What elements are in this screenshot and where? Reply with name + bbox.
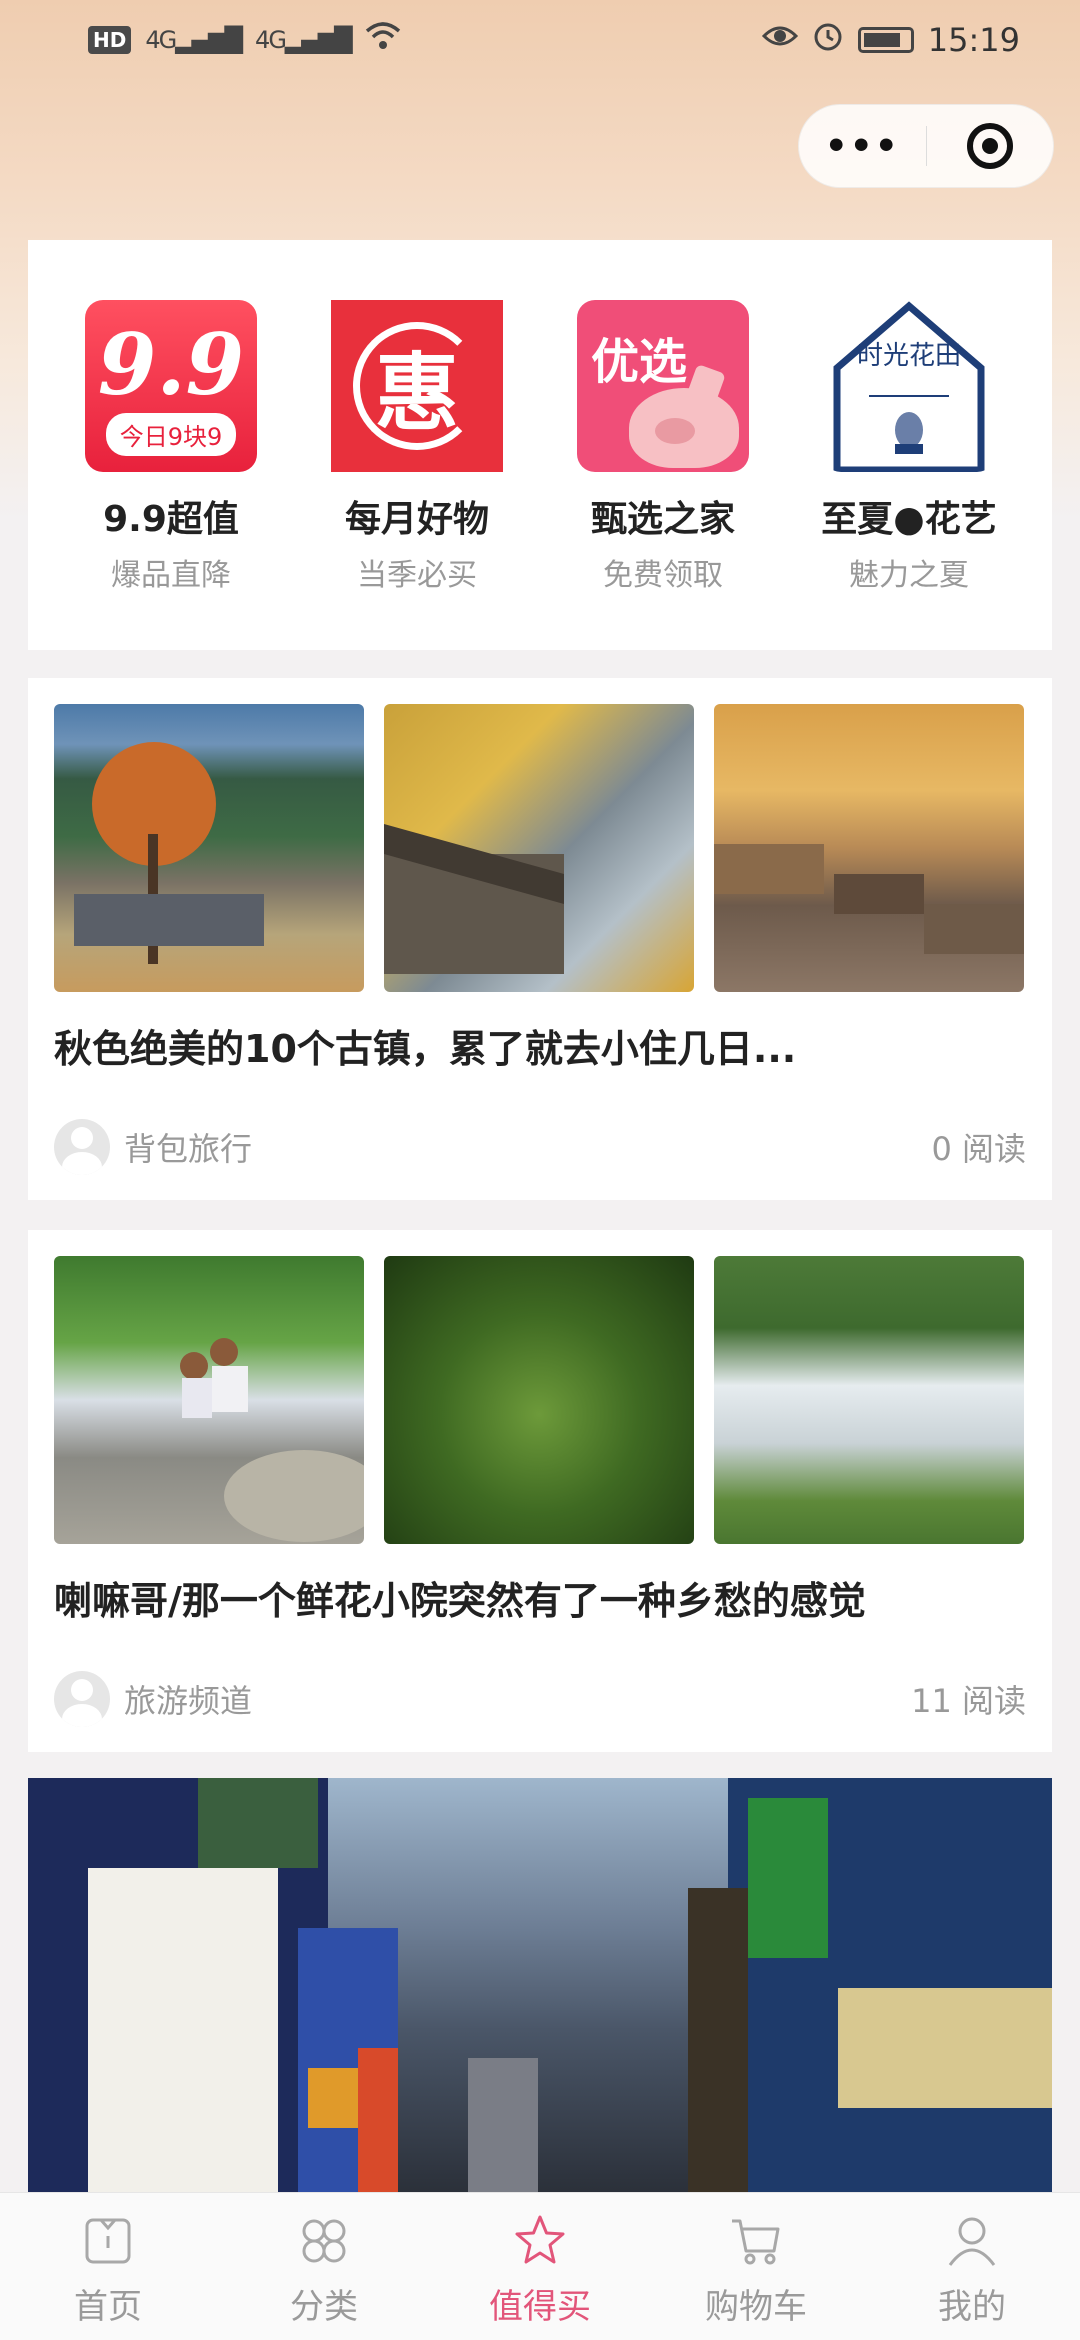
alarm-icon [812, 20, 844, 60]
author-name: 背包旅行 [124, 1130, 253, 1168]
article-card[interactable]: 秋色绝美的10个古镇，累了就去小住几日... 背包旅行 0 阅读 [28, 678, 1052, 1200]
tab-worth-buying[interactable]: 值得买 [432, 2193, 648, 2340]
hd-badge: HD [88, 26, 132, 54]
article-meta: 背包旅行 0 阅读 [54, 1119, 1026, 1175]
status-bar: HD 4G▂▄▆█ 4G▂▄▆█ 15:19 [0, 0, 1080, 80]
article-photo-village [54, 704, 364, 992]
read-count: 0 阅读 [931, 1130, 1026, 1168]
tab-label: 分类 [290, 2287, 358, 2327]
close-button[interactable] [927, 123, 1054, 169]
nine-nine-icon-pill: 今日9块9 [105, 412, 237, 456]
tab-profile[interactable]: 我的 [864, 2193, 1080, 2340]
nav-item-nine-nine[interactable]: 9.9 今日9块9 9.9超值 爆品直降 [61, 300, 281, 650]
nine-nine-icon-text: 9.9 [97, 314, 245, 414]
article-images [54, 1256, 1026, 1544]
mini-program-capsule: ••• [798, 104, 1054, 188]
nav-item-flower[interactable]: 时光花田 至夏●花艺 魅力之夏 [799, 300, 1019, 650]
tab-home[interactable]: 首页 [0, 2193, 216, 2340]
author-name: 旅游频道 [124, 1682, 253, 1720]
article-title[interactable]: 秋色绝美的10个古镇，累了就去小住几日... [54, 1018, 1026, 1073]
house-logo-graphic: 时光花田 [833, 301, 985, 472]
banner-image[interactable] [28, 1778, 1052, 2198]
nav-title: 至夏●花艺 [821, 499, 997, 540]
nav-item-youxuan[interactable]: 优选 甄选之家 免费领取 [553, 300, 773, 650]
article-photo-forest-village [714, 704, 1024, 992]
article-images [54, 704, 1026, 992]
target-icon [966, 123, 1013, 169]
nav-subtitle: 免费领取 [603, 558, 723, 593]
signal-icon: 4G▂▄▆█ [255, 26, 353, 54]
city-street-graphic [28, 1778, 1052, 2198]
bottom-tab-bar: 首页 分类 值得买 购物车 我的 [0, 2192, 1080, 2340]
hui-icon: 惠 [331, 300, 503, 472]
tab-label: 首页 [74, 2287, 142, 2327]
tab-category[interactable]: 分类 [216, 2193, 432, 2340]
nav-title: 9.9超值 [103, 499, 239, 540]
hui-icon-text: 惠 [374, 343, 459, 442]
article-meta: 旅游频道 11 阅读 [54, 1671, 1026, 1727]
tab-label: 我的 [938, 2287, 1006, 2327]
avatar [54, 1671, 110, 1727]
house-logo-text: 时光花田 [857, 341, 961, 371]
nav-title: 每月好物 [344, 499, 489, 540]
article-photo-green-leaves [384, 1256, 694, 1544]
signal-label: 4G [145, 26, 177, 54]
nav-item-monthly[interactable]: 惠 每月好物 当季必买 [307, 300, 527, 650]
status-right: 15:19 [761, 20, 1020, 60]
eye-icon [761, 22, 798, 58]
article-photo-roof-tree [384, 704, 694, 992]
author-info: 旅游频道 [54, 1671, 252, 1727]
nine-nine-icon: 9.9 今日9块9 [85, 300, 257, 472]
tab-label: 值得买 [489, 2287, 591, 2327]
tab-label: 购物车 [705, 2287, 807, 2327]
article-card[interactable]: 喇嘛哥/那一个鲜花小院突然有了一种乡愁的感觉 旅游频道 11 阅读 [28, 1230, 1052, 1752]
nav-subtitle: 魅力之夏 [849, 558, 969, 593]
youxuan-icon-text: 优选 [591, 334, 688, 390]
cart-icon [728, 2213, 784, 2269]
article-photo-stream [714, 1256, 1024, 1544]
wifi-icon [365, 21, 401, 59]
more-button[interactable]: ••• [799, 126, 926, 167]
article-photo-men-river [54, 1256, 364, 1544]
quick-nav-card: 9.9 今日9块9 9.9超值 爆品直降 惠 每月好物 当季必买 优选 甄选之家… [28, 240, 1052, 650]
status-left: HD 4G▂▄▆█ 4G▂▄▆█ [88, 21, 401, 59]
avatar [54, 1119, 110, 1175]
author-info: 背包旅行 [54, 1119, 252, 1175]
nav-subtitle: 当季必买 [357, 558, 477, 593]
tab-cart[interactable]: 购物车 [648, 2193, 864, 2340]
home-icon [80, 2213, 136, 2269]
battery-icon [857, 27, 914, 53]
youxuan-pig-icon: 优选 [577, 300, 749, 472]
signal-label: 4G [255, 26, 287, 54]
star-icon [512, 2213, 568, 2269]
article-title[interactable]: 喇嘛哥/那一个鲜花小院突然有了一种乡愁的感觉 [54, 1570, 1026, 1625]
category-icon [296, 2213, 352, 2269]
pig-icon [629, 388, 739, 468]
read-count: 11 阅读 [911, 1682, 1026, 1720]
nav-title: 甄选之家 [590, 499, 735, 540]
hui-ring: 惠 [353, 322, 481, 450]
house-logo-icon: 时光花田 [823, 300, 995, 472]
signal-icon: 4G▂▄▆█ [145, 26, 243, 54]
nav-subtitle: 爆品直降 [111, 558, 231, 593]
clock: 15:19 [927, 21, 1020, 59]
profile-icon [944, 2213, 1000, 2269]
